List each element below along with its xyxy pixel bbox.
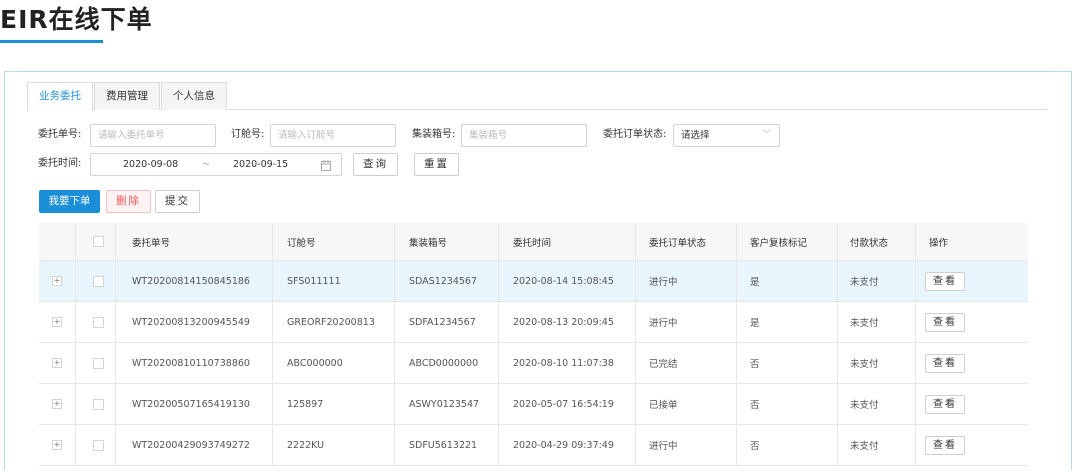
entrust-time-cell: 2020-04-29 09:37:49: [513, 439, 614, 451]
row-checkbox[interactable]: [93, 302, 104, 342]
view-button[interactable]: 查看: [925, 271, 965, 291]
container-no-cell: SDFU5613221: [409, 439, 478, 451]
container-no-cell: SDFA1234567: [409, 316, 476, 328]
payment-status-cell: 未支付: [850, 277, 879, 288]
tab-business[interactable]: 业务委托: [27, 82, 93, 111]
expand-row-icon[interactable]: +: [52, 343, 62, 383]
payment-status-cell: 未支付: [850, 359, 879, 370]
date-end: 2020-09-15: [233, 159, 289, 170]
table-row[interactable]: + WT20200814150845186 SFS011111 SDAS1234567…: [39, 261, 1028, 302]
table-row[interactable]: + WT20200429093749272 2222KU SDFU5613221 202…: [39, 425, 1028, 466]
tab-profile[interactable]: 个人信息: [161, 82, 227, 110]
view-button[interactable]: 查看: [925, 435, 965, 455]
page-title: EIR在线下单: [0, 5, 153, 34]
row-checkbox[interactable]: [93, 384, 104, 424]
booking-no-cell: 2222KU: [287, 439, 325, 451]
row-checkbox[interactable]: [93, 261, 104, 301]
submit-button[interactable]: 提交: [155, 190, 200, 213]
table-row[interactable]: + WT20200507165419130 125897 ASWY0123547 202…: [39, 384, 1028, 425]
payment-status-cell: 未支付: [850, 400, 879, 411]
booking-no-cell: SFS011111: [287, 275, 341, 287]
order-status-cell: 进行中: [649, 277, 678, 288]
container-no-cell: SDAS1234567: [409, 275, 478, 287]
payment-status-cell: 未支付: [850, 441, 879, 452]
place-order-button[interactable]: 我要下单: [39, 190, 100, 213]
date-separator: ~: [202, 159, 210, 170]
table-row[interactable]: + WT20200810110738860 ABC000000 ABCD0000000…: [39, 343, 1028, 384]
entrust-no-cell: WT20200429093749272: [132, 439, 250, 451]
row-checkbox[interactable]: [93, 343, 104, 383]
view-cell: 查看: [925, 425, 965, 465]
delete-button[interactable]: 删除: [106, 190, 151, 213]
table-row[interactable]: + WT20200813200945549 GREORF20200813 SDFA12…: [39, 302, 1028, 343]
col-entrust-time: 委托时间: [513, 237, 552, 249]
payment-status-cell: 未支付: [850, 318, 879, 329]
booking-no-label: 订舱号:: [231, 129, 265, 140]
entrust-time-cell: 2020-05-07 16:54:19: [513, 398, 614, 410]
review-mark-cell: 否: [750, 400, 760, 411]
order-status-select[interactable]: 请选择 ﹀: [673, 124, 780, 147]
tab-fees[interactable]: 费用管理: [94, 82, 160, 110]
review-mark-cell: 否: [750, 359, 760, 370]
view-button[interactable]: 查看: [925, 353, 965, 373]
expand-row-icon[interactable]: +: [52, 384, 62, 424]
entrust-no-cell: WT20200810110738860: [132, 357, 250, 369]
entrust-time-cell: 2020-08-10 11:07:38: [513, 357, 614, 369]
col-container-no: 集装箱号: [409, 237, 448, 249]
col-actions: 操作: [929, 237, 949, 249]
booking-no-input[interactable]: 请输入订舱号: [270, 124, 396, 147]
order-status-label: 委托订单状态:: [603, 129, 667, 140]
title-underline: [0, 40, 103, 43]
main-panel: 业务委托 费用管理 个人信息 委托单号: 请输入委托单号 订舱号: 请输入订舱号…: [4, 71, 1072, 470]
container-no-input[interactable]: 集装箱号: [461, 124, 587, 147]
expand-row-icon[interactable]: +: [52, 425, 62, 465]
container-no-cell: ASWY0123547: [409, 398, 480, 410]
reset-button[interactable]: 重置: [414, 153, 459, 176]
entrust-time-cell: 2020-08-13 20:09:45: [513, 316, 614, 328]
col-booking-no: 订舱号: [287, 237, 316, 249]
entrust-no-cell: WT20200814150845186: [132, 275, 250, 287]
query-button[interactable]: 查询: [353, 153, 398, 176]
booking-no-cell: 125897: [287, 398, 324, 410]
container-no-label: 集装箱号:: [412, 129, 456, 140]
booking-no-cell: GREORF20200813: [287, 316, 375, 328]
view-cell: 查看: [925, 261, 965, 301]
review-mark-cell: 否: [750, 441, 760, 452]
chevron-down-icon: ﹀: [761, 130, 771, 140]
entrust-no-cell: WT20200813200945549: [132, 316, 250, 328]
entrust-no-label: 委托单号:: [38, 129, 82, 140]
entrust-time-cell: 2020-08-14 15:08:45: [513, 275, 614, 287]
view-cell: 查看: [925, 343, 965, 383]
view-cell: 查看: [925, 384, 965, 424]
row-checkbox[interactable]: [93, 425, 104, 465]
entrust-time-range[interactable]: 2020-09-08 ~ 2020-09-15: [90, 153, 342, 176]
booking-no-cell: ABC000000: [287, 357, 343, 369]
expand-row-icon[interactable]: +: [52, 302, 62, 342]
entrust-no-input[interactable]: 请输入委托单号: [90, 124, 216, 147]
col-entrust-no: 委托单号: [132, 237, 171, 249]
order-status-cell: 进行中: [649, 441, 678, 452]
date-start: 2020-09-08: [123, 159, 179, 170]
entrust-time-label: 委托时间:: [38, 158, 82, 169]
order-status-value: 请选择: [681, 130, 710, 141]
col-order-status: 委托订单状态: [649, 237, 707, 249]
order-status-cell: 已完结: [649, 359, 678, 370]
entrust-no-cell: WT20200507165419130: [132, 398, 250, 410]
order-status-cell: 已接单: [649, 400, 678, 411]
review-mark-cell: 是: [750, 318, 760, 329]
order-status-cell: 进行中: [649, 318, 678, 329]
col-payment-status: 付款状态: [850, 237, 889, 249]
view-button[interactable]: 查看: [925, 312, 965, 332]
select-all-checkbox[interactable]: [93, 223, 104, 260]
view-button[interactable]: 查看: [925, 394, 965, 414]
tab-bar: 业务委托 费用管理 个人信息: [27, 82, 1047, 111]
expand-row-icon[interactable]: +: [52, 261, 62, 301]
review-mark-cell: 是: [750, 277, 760, 288]
container-no-cell: ABCD0000000: [409, 357, 479, 369]
view-cell: 查看: [925, 302, 965, 342]
table-header: 委托单号 订舱号 集装箱号 委托时间 委托订单状态 客户复核标记 付款状态 操作: [39, 223, 1028, 261]
calendar-icon: [321, 158, 331, 179]
col-review-mark: 客户复核标记: [750, 237, 808, 249]
